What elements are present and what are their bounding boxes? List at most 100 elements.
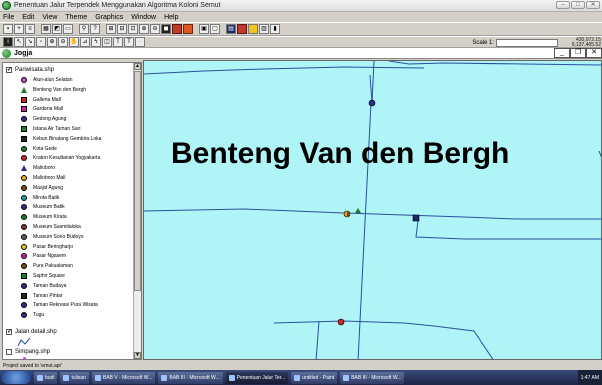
legend-label: Gardena Mall — [33, 106, 64, 113]
view-title: Jogja — [14, 49, 33, 57]
hotlink-icon[interactable]: ϟ — [91, 37, 101, 47]
word-icon — [94, 374, 101, 381]
legend-item: Malioboro — [21, 164, 55, 172]
taskbar-item[interactable]: tulisan — [60, 371, 89, 384]
square-symbol-icon — [21, 106, 27, 113]
theme-visibility-checkbox[interactable]: ✓ — [6, 329, 12, 335]
exit-icon[interactable]: ▮ — [270, 24, 280, 34]
circle-symbol-icon — [21, 224, 27, 230]
start-button[interactable] — [1, 371, 31, 384]
identify-icon[interactable]: i — [3, 37, 13, 47]
theme-visibility-checkbox[interactable] — [6, 349, 12, 355]
legend-label: Taman Pintar — [33, 292, 63, 299]
report-icon[interactable]: ▥ — [259, 24, 269, 34]
toc-scrollbar[interactable]: ▲ ▼ — [133, 63, 141, 359]
route-icon[interactable] — [237, 24, 247, 34]
legend-label: Masjid Agung — [33, 184, 64, 191]
view-minimize-button[interactable]: _ — [554, 48, 570, 58]
save-icon[interactable]: ▪ — [3, 24, 13, 34]
square-symbol-icon — [21, 292, 27, 299]
zoom-out-tool-icon[interactable]: ⊖ — [58, 37, 68, 47]
road-segment — [315, 320, 320, 359]
pan-icon[interactable]: ✋ — [69, 37, 79, 47]
taskbar-item[interactable]: untitled - Paint — [291, 371, 338, 384]
legend-label: Malioboro — [33, 165, 55, 172]
taskbar-item[interactable]: Penentuan Jalur Ter... — [225, 371, 289, 384]
zoom-layer-icon[interactable]: ⊟ — [117, 24, 127, 34]
zoom-full-icon[interactable]: ⊞ — [106, 24, 116, 34]
circle-symbol-icon — [21, 243, 27, 250]
circle-symbol-icon — [21, 214, 27, 221]
layout-view-icon[interactable]: ▢ — [210, 24, 220, 34]
point-symbol-icon — [23, 357, 26, 359]
circle-symbol-icon — [21, 77, 27, 83]
add-theme-icon[interactable]: + — [14, 24, 24, 34]
zoom-selected-icon[interactable]: ⊡ — [128, 24, 138, 34]
legend-item: Mirota Batik — [21, 194, 59, 202]
select-features-icon[interactable]: ◼ — [161, 24, 171, 34]
draw-icon[interactable]: · — [135, 37, 145, 47]
layout-icon[interactable]: ▭ — [63, 24, 73, 34]
menu-help[interactable]: Help — [164, 14, 178, 21]
view-restore-button[interactable]: ❐ — [570, 48, 586, 58]
zoom-in-tool-icon[interactable]: ⊕ — [47, 37, 57, 47]
theme-visibility-checkbox[interactable]: ✓ — [6, 67, 12, 73]
taskbar-item[interactable]: BAB III - Microsoft W... — [340, 371, 405, 384]
legend-item: Museum Kirata — [21, 213, 67, 221]
legend-label: Alun-alun Selatan — [33, 77, 73, 83]
zoom-in-icon[interactable]: ⊕ — [139, 24, 149, 34]
legend-item: Pura Pakualaman — [21, 262, 73, 270]
word-icon — [343, 374, 350, 381]
road-segment — [273, 320, 494, 359]
legend-item: Tugu — [21, 311, 44, 319]
minimize-button[interactable]: – — [556, 1, 570, 9]
zoom-out-icon[interactable]: ⊖ — [150, 24, 160, 34]
vertex-edit-icon[interactable]: ↘ — [25, 37, 35, 47]
ant-colony-icon[interactable] — [248, 24, 258, 34]
legend-label: Taman Rekreasi Pura Wisata — [33, 302, 98, 309]
legend-item: Saphir Square — [21, 272, 65, 280]
menu-file[interactable]: File — [3, 14, 14, 21]
label-icon[interactable]: T — [113, 37, 123, 47]
pointer-icon[interactable]: ↖ — [14, 37, 24, 47]
clear-selection-icon[interactable] — [172, 24, 182, 34]
help-icon[interactable] — [183, 24, 193, 34]
maximize-button[interactable]: □ — [571, 1, 585, 9]
menu-window[interactable]: Window — [131, 14, 156, 21]
script-icon[interactable]: ▣ — [199, 24, 209, 34]
find-icon[interactable]: ⚲ — [79, 24, 89, 34]
menu-view[interactable]: View — [42, 14, 57, 21]
legend-item: Museum Sasmitaloka — [21, 223, 81, 231]
legend-item: Pasar Beringharjo — [21, 243, 73, 251]
status-bar: Project saved to 'ernut.apr' — [3, 363, 63, 369]
scroll-thumb[interactable] — [134, 71, 141, 291]
theme-jalan[interactable]: ✓ Jalan detail.shp — [6, 329, 57, 335]
legend-item: Kota Gede — [21, 145, 57, 153]
legend-item: Museum Sono Budoyo — [21, 233, 84, 241]
query-icon[interactable]: ? — [90, 24, 100, 34]
window-titlebar: Penentuan Jalur Terpendek Menggunakan Al… — [0, 0, 602, 12]
network-icon[interactable]: ▤ — [226, 24, 236, 34]
text-icon[interactable]: T — [124, 37, 134, 47]
scroll-up-icon[interactable]: ▲ — [134, 63, 141, 70]
theme-pariwisata[interactable]: ✓ Pariwisata.shp — [6, 67, 54, 73]
view-close-button[interactable]: ✕ — [586, 48, 602, 58]
map-view[interactable]: Benteng Van den Bergh — [143, 60, 602, 360]
theme-simpang[interactable]: Simpang.shp — [6, 349, 50, 355]
road-network[interactable] — [144, 61, 602, 360]
properties-icon[interactable]: ≡ — [25, 24, 35, 34]
scroll-down-icon[interactable]: ▼ — [134, 352, 141, 359]
taskbar-item[interactable]: BAB V - Microsoft W... — [91, 371, 156, 384]
taskbar-item[interactable]: BAB III - Microsoft W... — [158, 371, 223, 384]
select-icon[interactable]: ▫ — [36, 37, 46, 47]
measure-icon[interactable]: ⊿ — [80, 37, 90, 47]
edit-legend-icon[interactable]: ◩ — [52, 24, 62, 34]
menu-graphics[interactable]: Graphics — [95, 14, 123, 21]
menu-theme[interactable]: Theme — [65, 14, 87, 21]
scale-input[interactable] — [496, 39, 558, 47]
table-icon[interactable]: ▦ — [41, 24, 51, 34]
taskbar-item[interactable]: budi — [34, 371, 58, 384]
menu-edit[interactable]: Edit — [22, 14, 34, 21]
area-of-interest-icon[interactable]: ◫ — [102, 37, 112, 47]
close-button[interactable]: ✕ — [586, 1, 600, 9]
